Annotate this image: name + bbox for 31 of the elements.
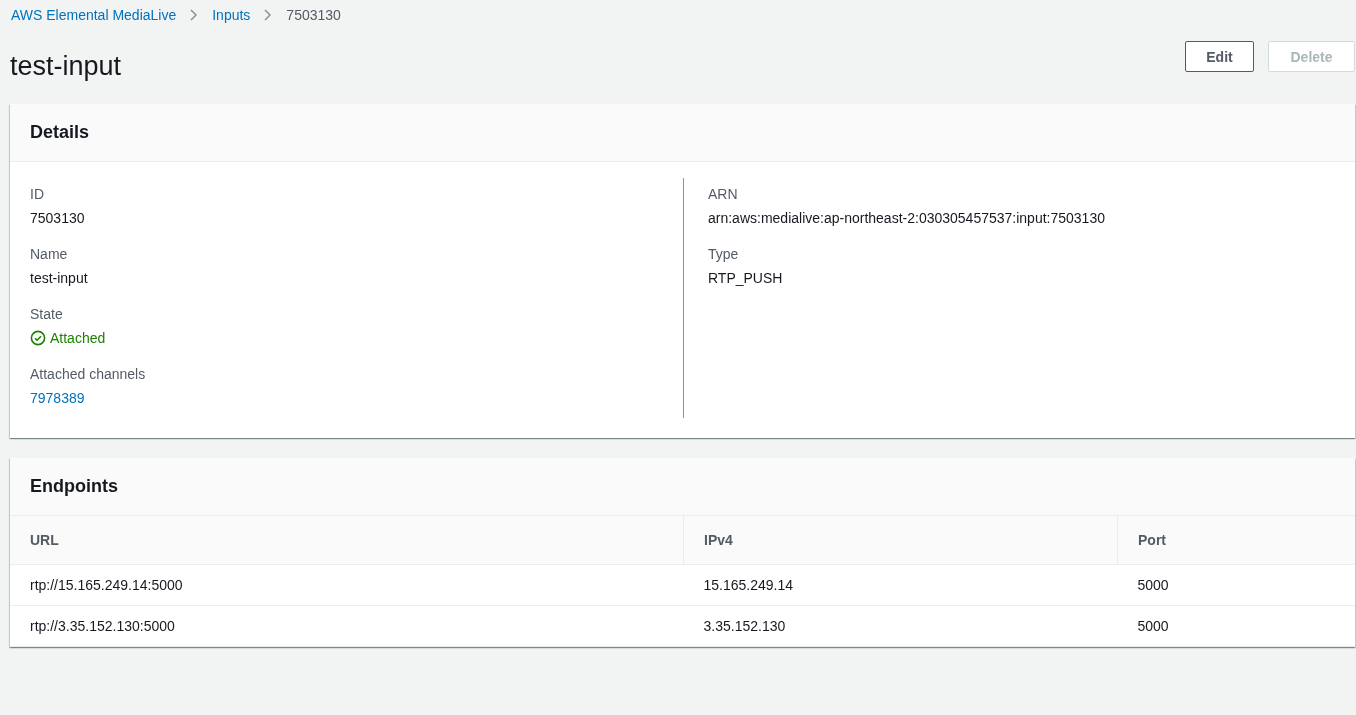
field-value: arn:aws:medialive:ap-northeast-2:030305457537:input:7503130	[708, 210, 1106, 226]
breadcrumb-link[interactable]: AWS Elemental MediaLive	[11, 7, 177, 23]
column-header: URL	[10, 516, 684, 565]
chevron-right-icon	[190, 9, 199, 21]
chevron-right-icon	[264, 9, 273, 21]
column-header: IPv4	[683, 516, 1118, 565]
field-label: ARN	[708, 186, 739, 202]
field-label: Attached channels	[30, 366, 147, 382]
table-cell: 3.35.152.130	[683, 605, 1118, 647]
field-label: Name	[30, 246, 69, 262]
table-cell: rtp://3.35.152.130:5000	[10, 605, 684, 647]
action-button[interactable]: Edit	[1185, 41, 1254, 72]
breadcrumb-link[interactable]: Inputs	[212, 7, 251, 23]
breadcrumb-current: 7503130	[286, 7, 341, 23]
field-label: State	[30, 306, 64, 322]
column-header: Port	[1117, 516, 1355, 565]
field-label: Type	[708, 246, 740, 262]
field-value: RTP_PUSH	[708, 270, 784, 286]
panel-title: Endpoints	[30, 476, 118, 497]
table-cell: 5000	[1117, 564, 1355, 606]
field-value: test-input	[30, 270, 89, 286]
panel-title: Details	[30, 122, 90, 143]
field-value: 7503130	[30, 210, 86, 226]
check-circle-icon	[30, 330, 46, 346]
status-text: Attached	[50, 330, 106, 346]
channel-link[interactable]: 7978389	[30, 390, 85, 406]
table-cell: rtp://15.165.249.14:5000	[10, 564, 684, 606]
table-cell: 15.165.249.14	[683, 564, 1118, 606]
page-title: test-input	[10, 50, 122, 82]
field-label: ID	[30, 186, 45, 202]
table-cell: 5000	[1117, 605, 1355, 647]
